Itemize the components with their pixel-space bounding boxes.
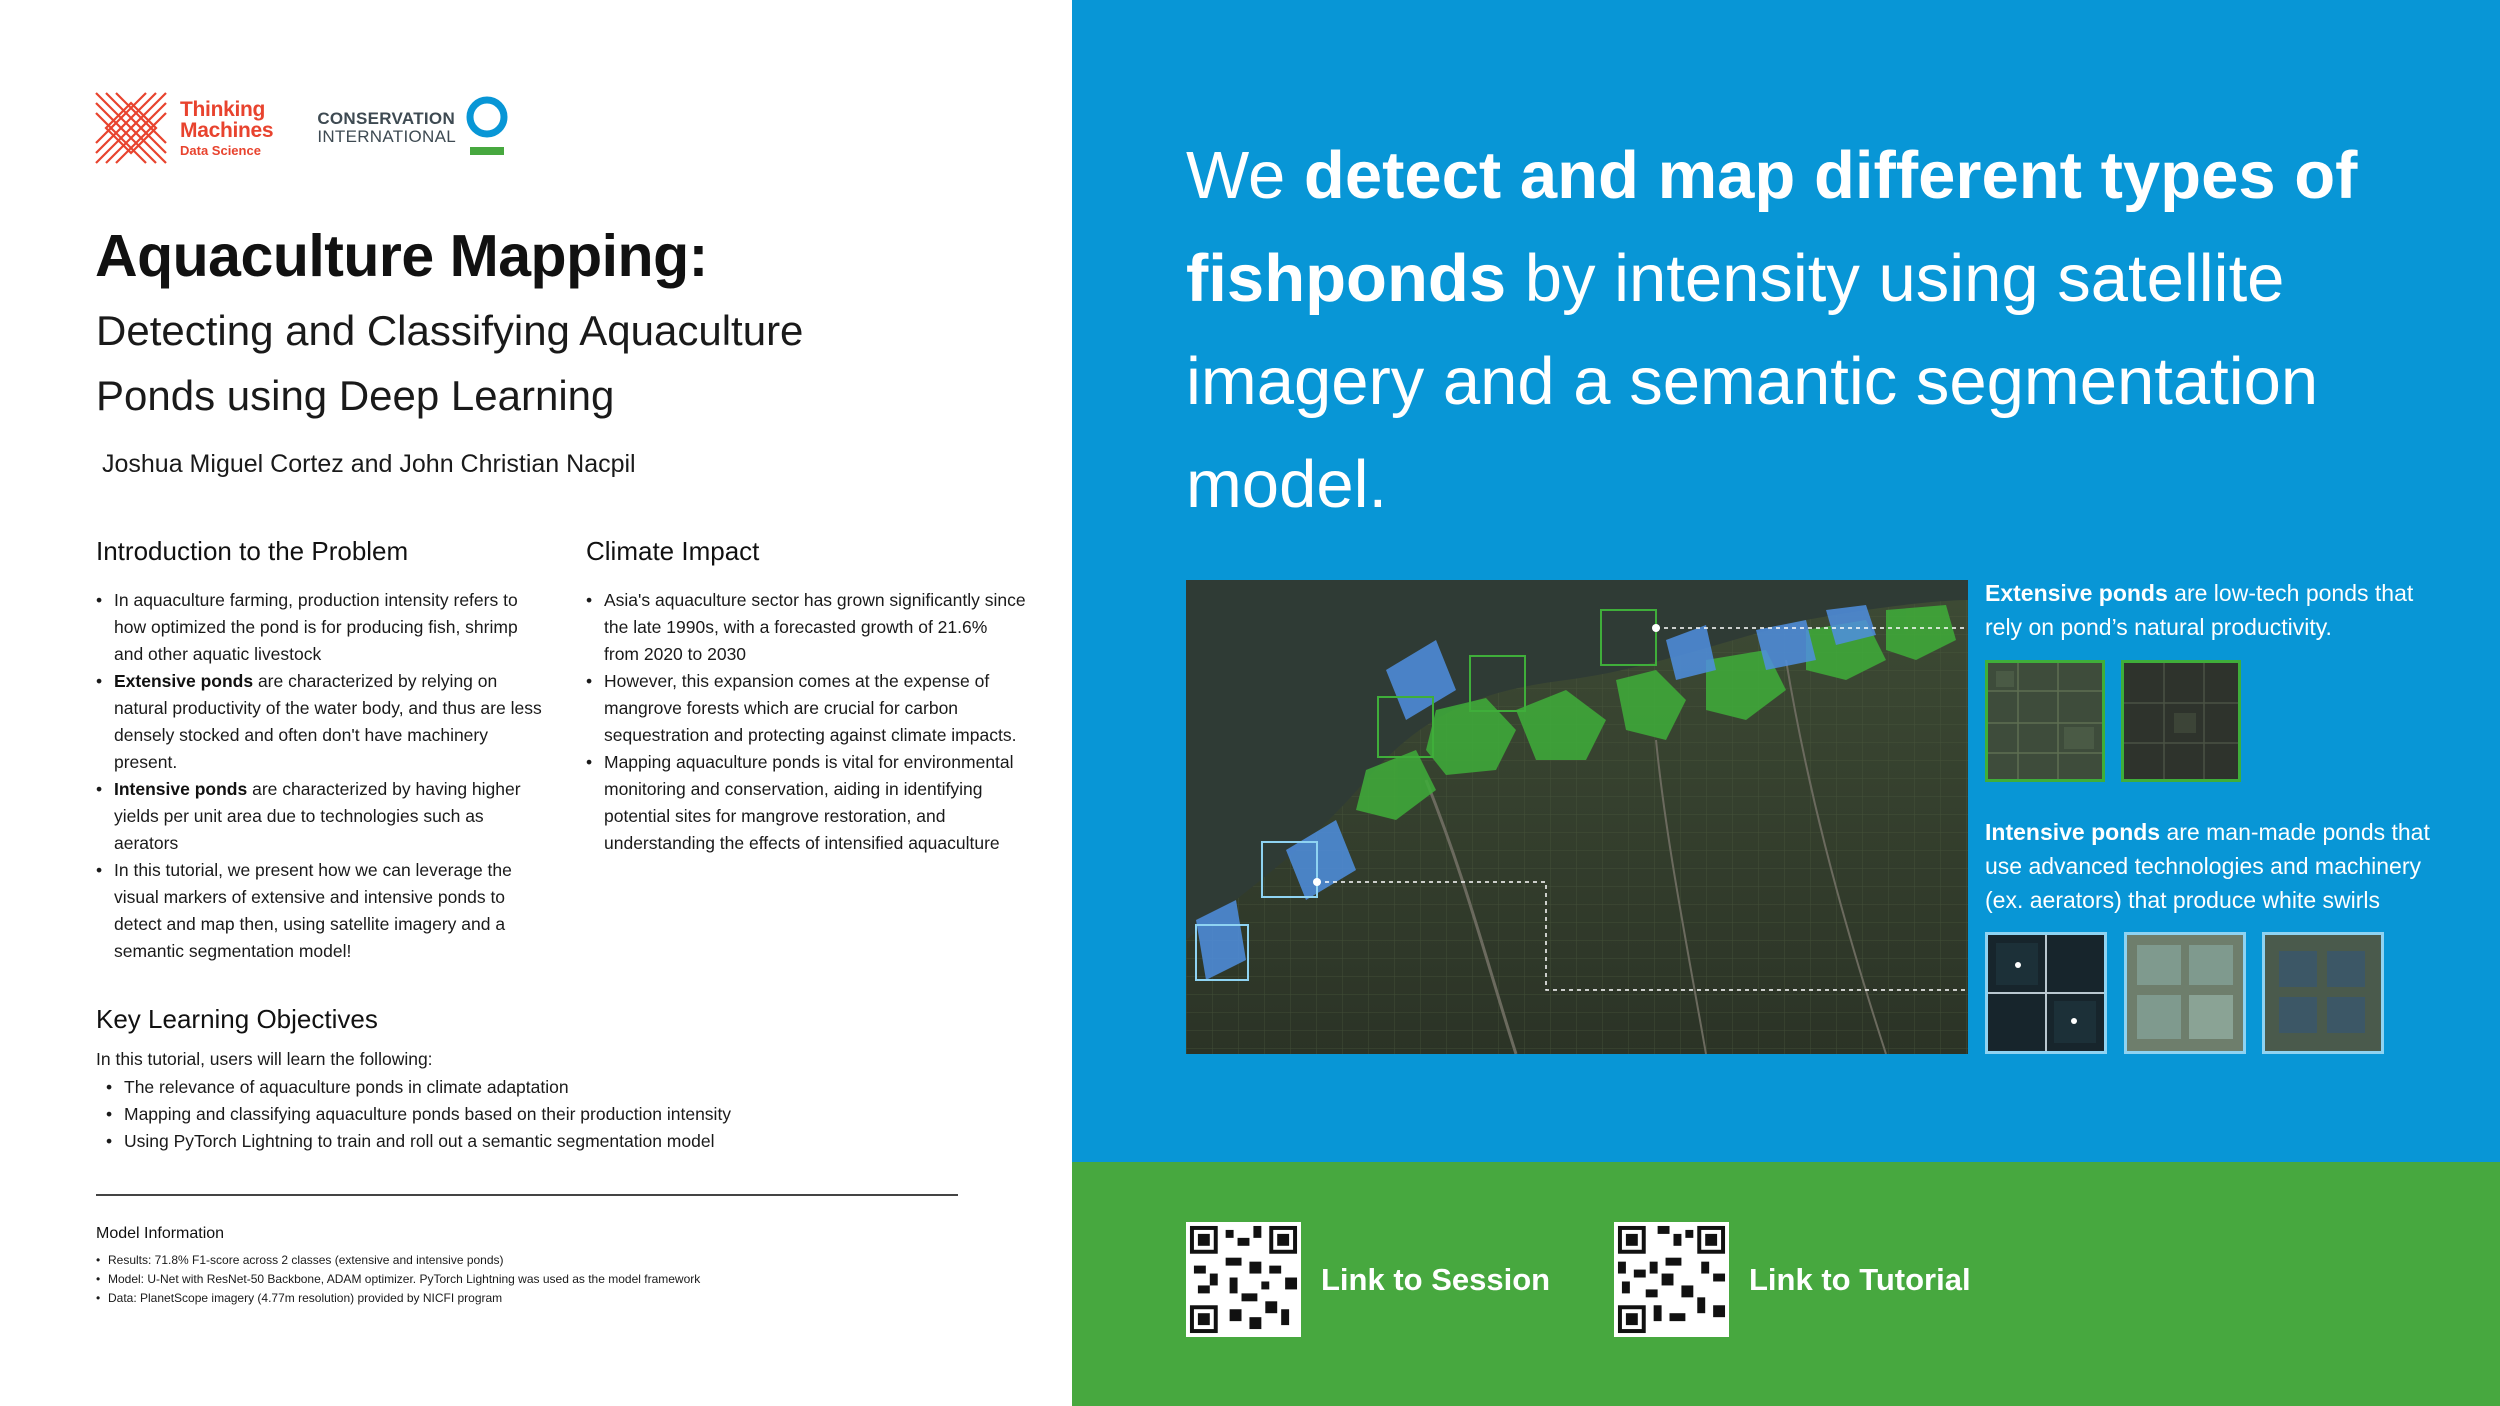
climate-item: Mapping aquaculture ponds is vital for e… (586, 749, 1026, 857)
tutorial-link-block[interactable]: Link to Tutorial (1614, 1222, 1971, 1337)
climate-heading: Climate Impact (586, 536, 760, 566)
extensive-pond-thumbnail (1985, 660, 2105, 782)
objectives-section: Key Learning Objectives In this tutorial… (96, 1004, 976, 1155)
intro-item-text: In this tutorial, we present how we can … (114, 860, 512, 961)
satellite-map-image (1186, 580, 1968, 1054)
climate-list: Asia's aquaculture sector has grown sign… (586, 587, 1026, 857)
tm-logo-line3: Data Science (180, 143, 261, 158)
thinking-machines-mark-icon (95, 92, 167, 164)
climate-section: Climate Impact Asia's aquaculture sector… (586, 536, 1026, 857)
objectives-heading: Key Learning Objectives (96, 1004, 378, 1034)
conservation-international-mark-icon (466, 96, 508, 155)
tm-logo-line1: Thinking (180, 98, 266, 121)
session-link-block[interactable]: Link to Session (1186, 1222, 1550, 1337)
intensive-pond-thumbnail (1985, 932, 2107, 1054)
intro-list: In aquaculture farming, production inten… (96, 587, 546, 965)
extensive-ponds-description: Extensive ponds are low-tech ponds that … (1985, 576, 2455, 644)
extensive-label: Extensive ponds (1985, 580, 2168, 606)
intensive-pond-thumbnail (2124, 932, 2246, 1054)
session-link-label[interactable]: Link to Session (1321, 1262, 1550, 1298)
intensive-label: Intensive ponds (1985, 819, 2161, 845)
intro-item-bold: Extensive ponds (114, 671, 254, 691)
left-panel: Thinking Machines Data Science CONSERVAT… (0, 0, 1072, 1406)
hero-headline: We detect and map different types of fis… (1186, 124, 2446, 536)
model-info-section: Model Information Results: 71.8% F1-scor… (96, 1225, 996, 1308)
model-info-item: Model: U-Net with ResNet-50 Backbone, AD… (96, 1270, 996, 1289)
logo-row: Thinking Machines Data Science CONSERVAT… (92, 88, 512, 168)
objective-item: Using PyTorch Lightning to train and rol… (96, 1128, 976, 1155)
conservation-international-logo: CONSERVATION INTERNATIONAL (317, 93, 512, 163)
intro-item: In aquaculture farming, production inten… (96, 587, 546, 668)
intensive-ponds-description: Intensive ponds are man-made ponds that … (1985, 815, 2455, 917)
intro-heading: Introduction to the Problem (96, 536, 409, 566)
model-info-item: Results: 71.8% F1-score across 2 classes… (96, 1251, 996, 1270)
intro-item-bold: Intensive ponds (114, 779, 248, 799)
intensive-pond-image (1988, 935, 2104, 1051)
tutorial-qr-code-icon[interactable] (1614, 1222, 1729, 1337)
objective-item: Mapping and classifying aquaculture pond… (96, 1101, 976, 1128)
model-info-heading: Model Information (96, 1225, 225, 1242)
extensive-pond-image (2124, 663, 2238, 779)
intensive-pond-image (2265, 935, 2381, 1051)
poster-subtitle: Detecting and Classifying Aquaculture Po… (96, 307, 804, 419)
intensive-pond-image (2127, 935, 2243, 1051)
satellite-map-graphic (1186, 580, 1968, 1054)
tutorial-link-label[interactable]: Link to Tutorial (1749, 1262, 1971, 1298)
poster-title: Aquaculture Mapping: (95, 223, 708, 289)
model-info-item: Data: PlanetScope imagery (4.77m resolut… (96, 1289, 996, 1308)
ci-logo-line2: INTERNATIONAL (317, 127, 456, 146)
hero-text-1: We (1186, 138, 1304, 213)
thinking-machines-logo: Thinking Machines Data Science (92, 89, 274, 167)
intro-section: Introduction to the Problem In aquacultu… (96, 536, 546, 965)
intensive-pond-thumbnail (2262, 932, 2384, 1054)
climate-item: Asia's aquaculture sector has grown sign… (586, 587, 1026, 668)
extensive-pond-thumbnail (2121, 660, 2241, 782)
tm-logo-line2: Machines (180, 119, 274, 142)
extensive-pond-image (1988, 663, 2102, 779)
session-qr-code-icon[interactable] (1186, 1222, 1301, 1337)
climate-item: However, this expansion comes at the exp… (586, 668, 1026, 749)
intro-item: Intensive ponds are characterized by hav… (96, 776, 546, 857)
objectives-intro: In this tutorial, users will learn the f… (96, 1049, 433, 1069)
intro-item: Extensive ponds are characterized by rel… (96, 668, 546, 776)
model-info-list: Results: 71.8% F1-score across 2 classes… (96, 1251, 996, 1308)
intro-item-text: In aquaculture farming, production inten… (114, 590, 518, 664)
objective-item: The relevance of aquaculture ponds in cl… (96, 1074, 976, 1101)
intro-item: In this tutorial, we present how we can … (96, 857, 546, 965)
section-divider (96, 1194, 958, 1196)
ci-logo-line1: CONSERVATION (317, 109, 456, 129)
objectives-list: The relevance of aquaculture ponds in cl… (96, 1074, 976, 1155)
poster-authors: Joshua Miguel Cortez and John Christian … (102, 450, 636, 478)
